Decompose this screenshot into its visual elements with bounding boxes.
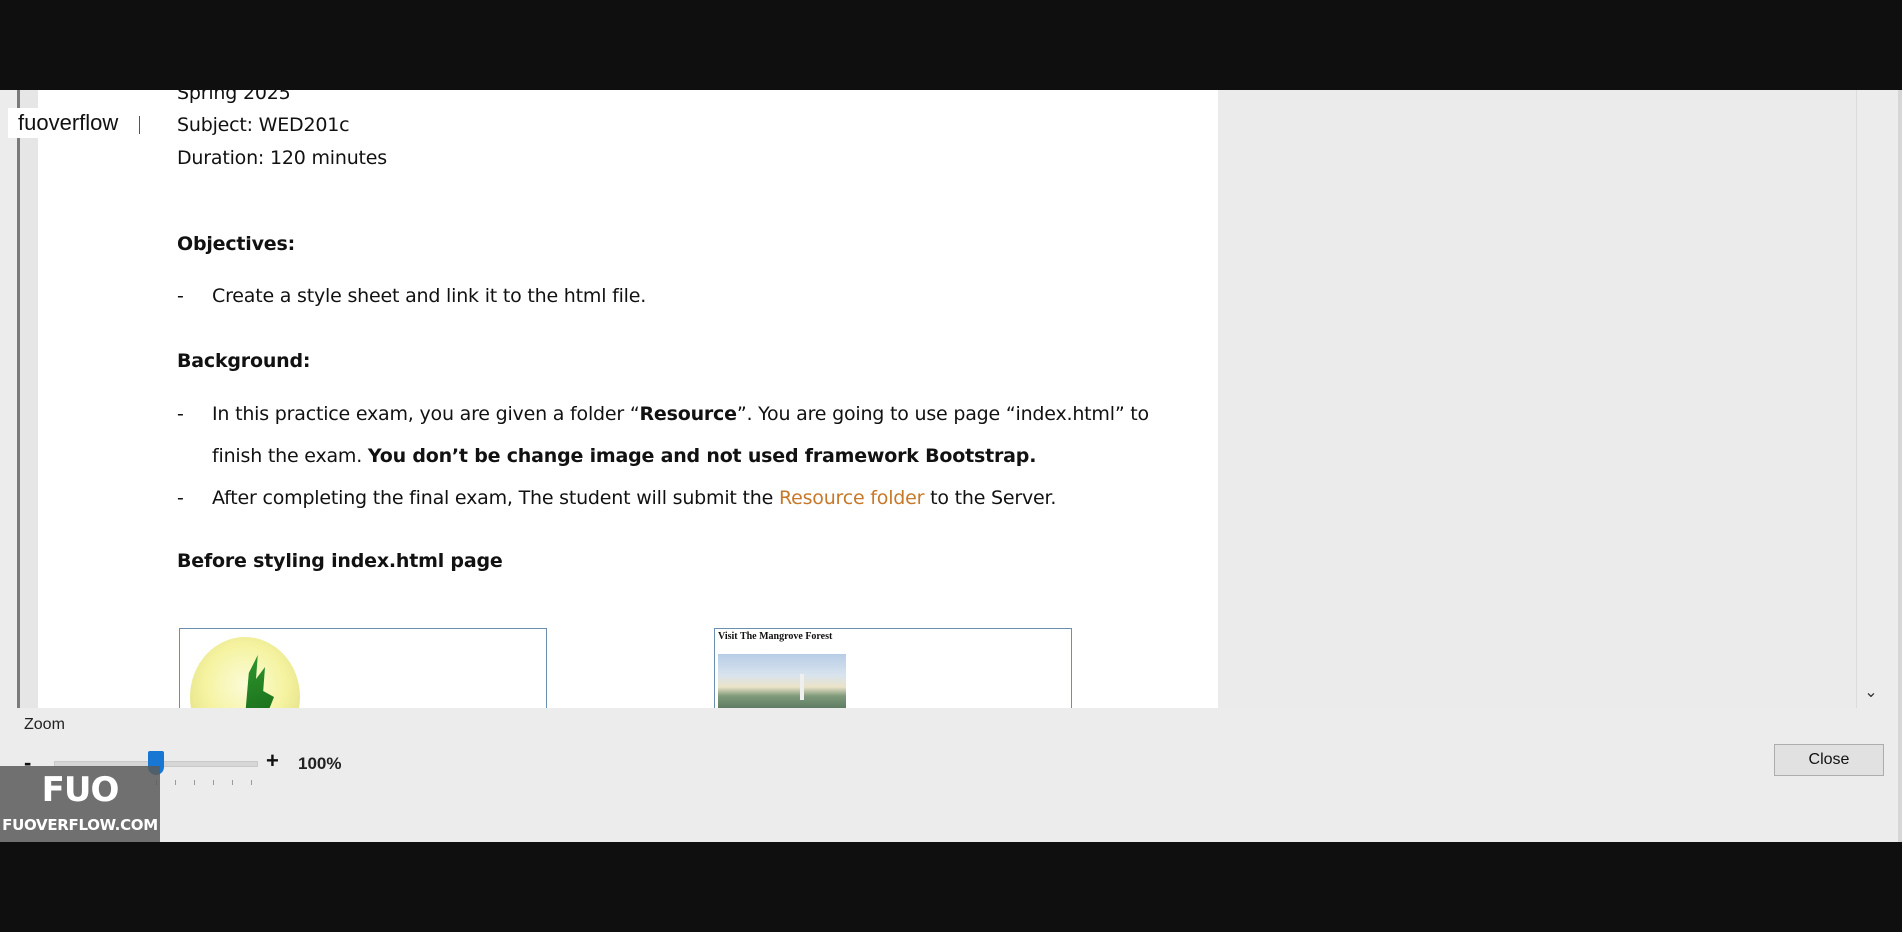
bg1-text-part1: In this practice exam, you are given a f… <box>212 403 640 425</box>
bg1-resource-bold: Resource <box>639 403 737 425</box>
background-heading: Background: <box>177 350 311 372</box>
watermark-logo: FUO <box>41 770 120 810</box>
background-item-1-line-2: finish the exam. You don’t be change ima… <box>212 445 1036 467</box>
bullet-dash: - <box>177 285 184 307</box>
close-button[interactable]: Close <box>1774 744 1884 776</box>
slider-tick <box>175 780 176 785</box>
text-caret <box>139 116 140 134</box>
preview-image-right: Visit The Mangrove Forest <box>714 628 1072 708</box>
doc-subject: Subject: WED201c <box>177 114 350 136</box>
bg2-text-part2: to the Server. <box>924 487 1057 509</box>
bg1-line2-bold: You don’t be change image and not used f… <box>367 445 1037 467</box>
chevron-down-icon[interactable]: ⌄ <box>1856 682 1886 704</box>
bg2-resource-folder-highlight: Resource folder <box>778 487 925 509</box>
zoom-value: 100% <box>298 754 342 773</box>
zoom-label: Zoom <box>24 716 65 733</box>
document-viewer-window: Spring 2025 Subject: WED201c Duration: 1… <box>0 90 1902 842</box>
left-gutter <box>20 90 38 708</box>
doc-duration: Duration: 120 minutes <box>177 147 387 169</box>
objective-1: Create a style sheet and link it to the … <box>212 285 647 307</box>
background-item-1-line-1: In this practice exam, you are given a f… <box>212 403 1149 425</box>
mangrove-photo <box>718 654 846 708</box>
leaf-icon <box>245 655 274 708</box>
bg1-text-part2: ”. You are going to use page “index.html… <box>736 403 1149 425</box>
document-page: Spring 2025 Subject: WED201c Duration: 1… <box>38 90 1218 708</box>
slider-tick <box>194 780 195 785</box>
viewer-background <box>1218 90 1856 708</box>
logo-icon <box>190 637 300 708</box>
zoom-in-button[interactable]: + <box>266 746 279 776</box>
watermark: FUO FUOVERFLOW.COM <box>0 766 160 842</box>
preview-image-left <box>179 628 547 708</box>
fuoverflow-label: fuoverflow <box>8 108 129 138</box>
slider-tick <box>213 780 214 785</box>
bullet-dash: - <box>177 487 184 509</box>
window-edge <box>1898 90 1902 842</box>
objectives-heading: Objectives: <box>177 233 295 255</box>
preview-right-title: Visit The Mangrove Forest <box>718 631 833 642</box>
vertical-scrollbar[interactable] <box>1856 90 1887 708</box>
before-styling-heading: Before styling index.html page <box>177 550 503 572</box>
background-item-2: After completing the final exam, The stu… <box>212 487 1056 509</box>
bg1-line2-plain: finish the exam. <box>212 445 368 467</box>
bullet-dash: - <box>177 403 184 425</box>
watermark-site: FUOVERFLOW.COM <box>2 816 158 834</box>
slider-tick <box>251 780 252 785</box>
photo-detail <box>800 674 804 700</box>
slider-tick <box>232 780 233 785</box>
doc-term: Spring 2025 <box>177 90 291 104</box>
bg2-text-part1: After completing the final exam, The stu… <box>212 487 779 509</box>
